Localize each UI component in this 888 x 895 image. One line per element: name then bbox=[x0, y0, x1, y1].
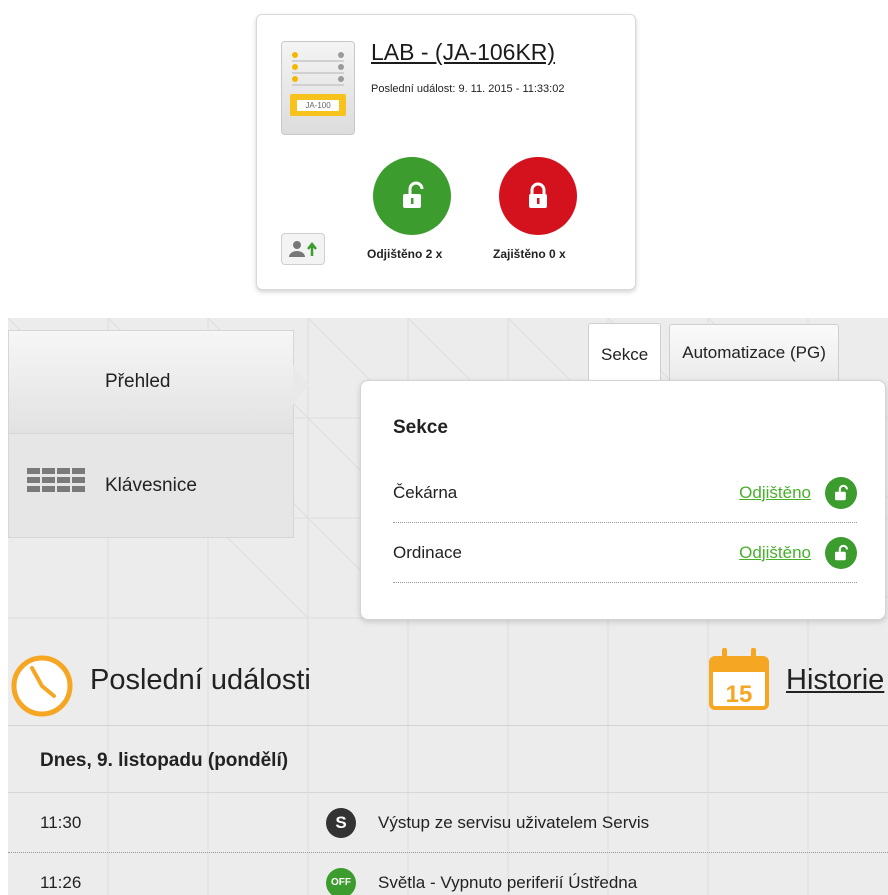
event-time: 11:30 bbox=[40, 812, 82, 832]
nav-item-label: Klávesnice bbox=[105, 474, 197, 496]
event-text: Světla - Vypnuto periferií Ústředna bbox=[378, 872, 638, 892]
section-row: Čekárna Odjištěno bbox=[393, 463, 857, 523]
service-icon: S bbox=[326, 807, 356, 838]
day-heading: Dnes, 9. listopadu (pondělí) bbox=[40, 750, 289, 771]
user-upload-icon bbox=[289, 241, 317, 257]
section-name: Čekárna bbox=[393, 482, 458, 502]
sections-title: Sekce bbox=[393, 417, 448, 438]
unlock-button[interactable] bbox=[373, 157, 451, 235]
keypad-icon bbox=[27, 468, 85, 492]
unlock-icon bbox=[403, 181, 424, 208]
calendar-day: 15 bbox=[726, 681, 753, 708]
device-card: JA-100 LAB - (JA-106KR) Poslední událost… bbox=[256, 14, 636, 290]
section-status-link[interactable]: Odjištěno bbox=[739, 543, 811, 563]
history-link[interactable]: Historie bbox=[786, 664, 884, 697]
device-thumbnail: JA-100 bbox=[281, 41, 355, 135]
section-status-link[interactable]: Odjištěno bbox=[739, 483, 811, 503]
lock-button[interactable] bbox=[499, 157, 577, 235]
locked-count: Zajištěno 0 x bbox=[493, 247, 566, 261]
tab-bar: Sekce Automatizace (PG) bbox=[588, 323, 839, 385]
device-label-plate: JA-100 bbox=[290, 94, 346, 116]
nav-item-label: Přehled bbox=[105, 371, 171, 392]
device-thumb-label: JA-100 bbox=[297, 99, 339, 111]
nav-item-prehled[interactable]: Přehled bbox=[8, 330, 309, 434]
user-arrow-button[interactable] bbox=[281, 233, 325, 265]
calendar-icon[interactable]: 15 bbox=[708, 646, 770, 712]
main-panel: Přehled Klávesnice Sekce Automatizace (P… bbox=[8, 318, 888, 895]
unlocked-count: Odjištěno 2 x bbox=[367, 247, 443, 261]
sections-card: Sekce Čekárna Odjištěno Ordinace Odjiště… bbox=[360, 380, 886, 620]
event-row: 11:30 S Výstup ze servisu uživatelem Ser… bbox=[8, 792, 888, 852]
tab-automatizace[interactable]: Automatizace (PG) bbox=[669, 324, 839, 380]
events-title: Poslední události bbox=[90, 664, 311, 696]
unlock-icon[interactable] bbox=[825, 476, 857, 509]
event-text: Výstup ze servisu uživatelem Servis bbox=[378, 812, 650, 832]
section-row: Ordinace Odjištěno bbox=[393, 523, 857, 583]
nav-item-klavesnice[interactable]: Klávesnice bbox=[8, 434, 294, 538]
device-title-link[interactable]: LAB - (JA-106KR) bbox=[371, 39, 555, 66]
clock-icon bbox=[11, 655, 73, 717]
event-row: 11:26 OFF Světla - Vypnuto periferií Úst… bbox=[8, 852, 888, 895]
unlock-icon[interactable] bbox=[825, 536, 857, 569]
device-last-event: Poslední událost: 9. 11. 2015 - 11:33:02 bbox=[371, 83, 565, 95]
events-header: Poslední události 15 Historie bbox=[8, 636, 888, 726]
off-icon: OFF bbox=[326, 867, 356, 895]
tab-sekce[interactable]: Sekce bbox=[588, 323, 662, 385]
lock-icon bbox=[529, 182, 547, 208]
side-nav: Přehled Klávesnice bbox=[8, 330, 309, 538]
event-time: 11:26 bbox=[40, 872, 82, 892]
section-name: Ordinace bbox=[393, 542, 462, 562]
